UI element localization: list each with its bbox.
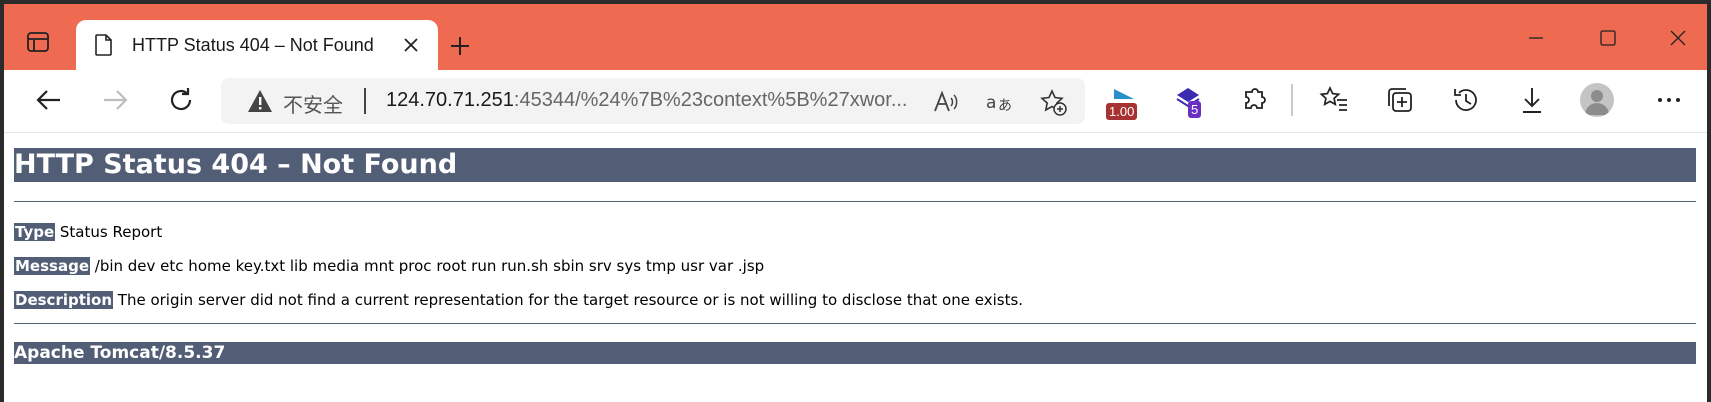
collections-icon[interactable] <box>1385 85 1415 115</box>
url-path: :45344/%24%7B%23context%5B%27xwor... <box>513 89 908 111</box>
minimize-icon[interactable] <box>1524 26 1548 50</box>
window-close-icon[interactable] <box>1666 26 1690 50</box>
url-host: 124.70.71.251 <box>386 89 514 111</box>
tab-title: HTTP Status 404 – Not Found <box>132 35 374 55</box>
more-menu-icon[interactable] <box>1654 85 1684 115</box>
message-value: /bin dev etc home key.txt lib media mnt … <box>90 257 765 275</box>
description-label: Description <box>14 291 114 309</box>
type-value: Status Report <box>55 223 163 241</box>
message-label: Message <box>14 257 90 275</box>
zoom-extension-icon[interactable]: 1.00 <box>1106 85 1138 120</box>
translate-icon[interactable]: aあ <box>986 89 1012 115</box>
server-footer: Apache Tomcat/8.5.37 <box>14 342 1696 364</box>
type-line: Type Status Report <box>14 222 162 242</box>
stacks-extension-badge: 5 <box>1188 101 1202 118</box>
zoom-extension-badge: 1.00 <box>1106 103 1138 120</box>
page-content: HTTP Status 404 – Not Found Type Status … <box>4 133 1707 402</box>
back-icon[interactable] <box>34 85 64 115</box>
favorite-add-icon[interactable] <box>1040 89 1067 116</box>
type-label: Type <box>14 223 56 241</box>
profile-avatar[interactable] <box>1580 83 1614 117</box>
history-icon[interactable] <box>1451 85 1481 115</box>
message-line: Message /bin dev etc home key.txt lib me… <box>14 256 764 276</box>
close-icon[interactable] <box>402 36 420 54</box>
toolbar-separator <box>1291 84 1293 116</box>
tab-active[interactable]: HTTP Status 404 – Not Found <box>76 20 438 70</box>
refresh-icon[interactable] <box>166 85 196 115</box>
address-bar[interactable]: 不安全 124.70.71.251:45344/%24%7B%23context… <box>221 78 1085 124</box>
svg-text:あ: あ <box>998 98 1012 114</box>
warning-icon[interactable] <box>247 89 273 113</box>
page-title: HTTP Status 404 – Not Found <box>14 148 1696 182</box>
security-label[interactable]: 不安全 <box>283 89 343 118</box>
description-value: The origin server did not find a current… <box>113 291 1024 309</box>
extensions-puzzle-icon[interactable] <box>1240 85 1270 115</box>
page-icon <box>94 34 114 56</box>
title-bar: HTTP Status 404 – Not Found <box>4 4 1707 70</box>
read-aloud-icon[interactable] <box>932 89 958 115</box>
address-separator <box>364 88 366 114</box>
favorites-icon[interactable] <box>1319 85 1349 115</box>
download-icon[interactable] <box>1517 85 1547 115</box>
tab-actions-icon[interactable] <box>24 28 52 56</box>
stacks-extension-icon[interactable]: 5 <box>1174 85 1204 118</box>
svg-text:a: a <box>986 93 996 113</box>
url-text[interactable]: 124.70.71.251:45344/%24%7B%23context%5B%… <box>386 89 916 112</box>
forward-icon <box>100 85 130 115</box>
browser-toolbar: 不安全 124.70.71.251:45344/%24%7B%23context… <box>4 70 1707 133</box>
new-tab-icon[interactable] <box>448 34 472 58</box>
divider-bottom <box>14 323 1696 324</box>
divider-top <box>14 201 1696 202</box>
maximize-icon[interactable] <box>1596 26 1620 50</box>
description-line: Description The origin server did not fi… <box>14 290 1023 310</box>
browser-window: HTTP Status 404 – Not Found 不安全 124.70.7… <box>4 4 1707 402</box>
